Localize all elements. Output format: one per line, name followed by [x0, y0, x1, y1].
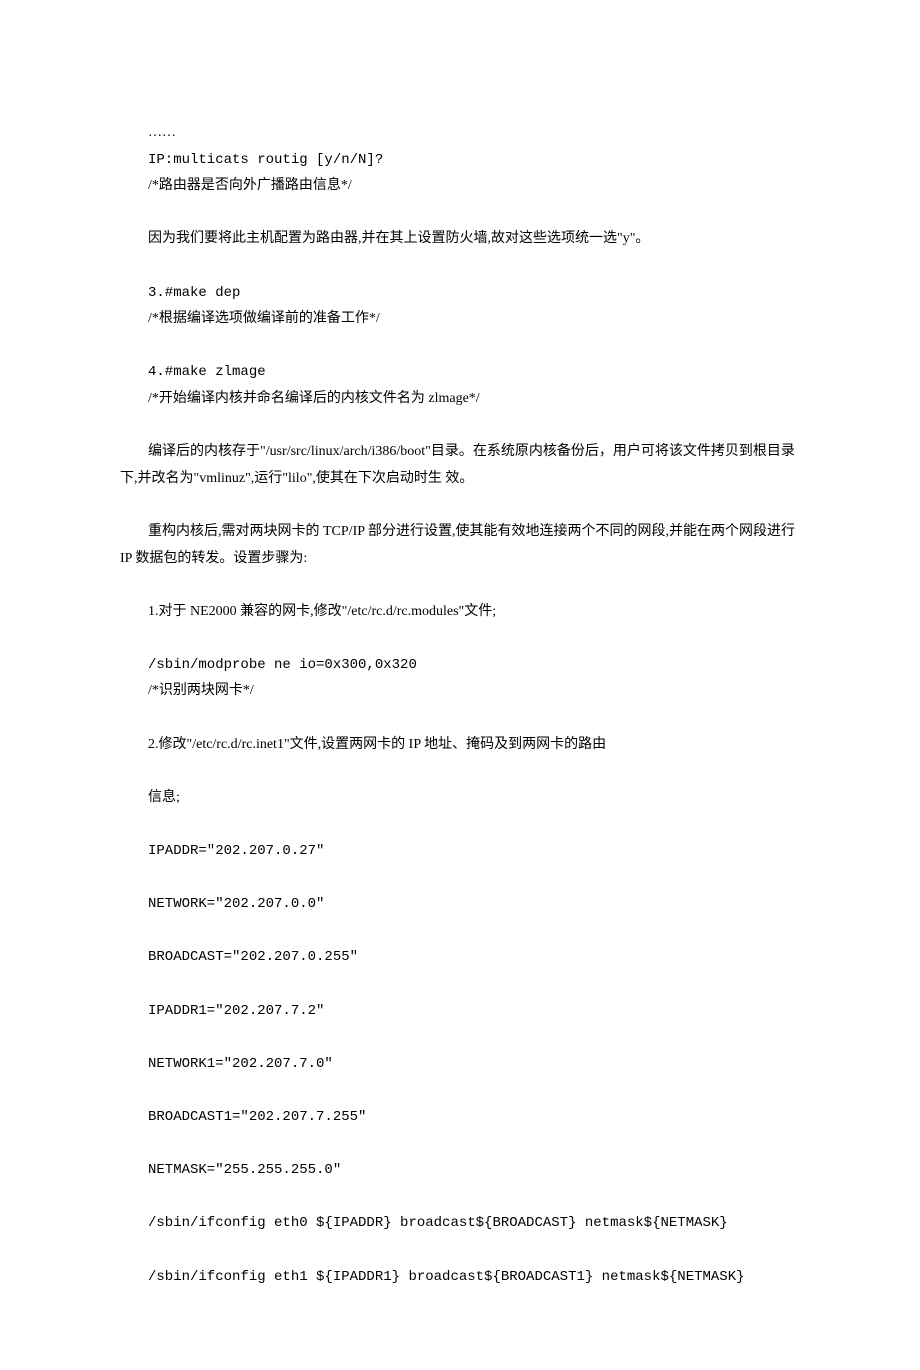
text-line: 3.#make dep — [120, 280, 800, 307]
blank-line — [120, 572, 800, 599]
text-line: /sbin/ifconfig eth1 ${IPADDR1} broadcast… — [120, 1264, 800, 1291]
text-line: /*根据编译选项做编译前的准备工作*/ — [120, 306, 800, 333]
text-line: BROADCAST="202.207.0.255" — [120, 944, 800, 971]
blank-line — [120, 918, 800, 945]
text-line: /*路由器是否向外广播路由信息*/ — [120, 173, 800, 200]
text-line: 1.对于 NE2000 兼容的网卡,修改"/etc/rc.d/rc.module… — [120, 599, 800, 626]
text-line: /*识别两块网卡*/ — [120, 678, 800, 705]
blank-line — [120, 1024, 800, 1051]
text-line: 2.修改"/etc/rc.d/rc.inet1"文件,设置两网卡的 IP 地址、… — [120, 732, 800, 759]
text-line: …… — [120, 120, 800, 147]
text-paragraph: 重构内核后,需对两块网卡的 TCP/IP 部分进行设置,使其能有效地连接两个不同… — [120, 519, 800, 572]
blank-line — [120, 1237, 800, 1264]
text-line: /sbin/ifconfig eth0 ${IPADDR} broadcast$… — [120, 1210, 800, 1237]
blank-line — [120, 1184, 800, 1211]
text-line: NETMASK="255.255.255.0" — [120, 1157, 800, 1184]
text-line: BROADCAST1="202.207.7.255" — [120, 1104, 800, 1131]
text-line: IPADDR1="202.207.7.2" — [120, 998, 800, 1025]
text-line: /*开始编译内核并命名编译后的内核文件名为 zlmage*/ — [120, 386, 800, 413]
blank-line — [120, 971, 800, 998]
text-line: /sbin/modprobe ne io=0x300,0x320 — [120, 652, 800, 679]
blank-line — [120, 705, 800, 732]
text-paragraph: 编译后的内核存于"/usr/src/linux/arch/i386/boot"目… — [120, 439, 800, 492]
blank-line — [120, 625, 800, 652]
blank-line — [120, 1077, 800, 1104]
blank-line — [120, 758, 800, 785]
text-line: NETWORK="202.207.0.0" — [120, 891, 800, 918]
blank-line — [120, 1131, 800, 1158]
text-line: IP:multicats routig [y/n/N]? — [120, 147, 800, 174]
text-line: 信息; — [120, 785, 800, 812]
text-line: NETWORK1="202.207.7.0" — [120, 1051, 800, 1078]
blank-line — [120, 200, 800, 227]
text-line: 因为我们要将此主机配置为路由器,并在其上设置防火墙,故对这些选项统一选"y"。 — [120, 226, 800, 253]
text-line: 4.#make zlmage — [120, 359, 800, 386]
blank-line — [120, 333, 800, 360]
blank-line — [120, 253, 800, 280]
blank-line — [120, 811, 800, 838]
blank-line — [120, 865, 800, 892]
blank-line — [120, 492, 800, 519]
text-line: IPADDR="202.207.0.27" — [120, 838, 800, 865]
blank-line — [120, 413, 800, 440]
document-page: …… IP:multicats routig [y/n/N]? /*路由器是否向… — [0, 0, 920, 1370]
